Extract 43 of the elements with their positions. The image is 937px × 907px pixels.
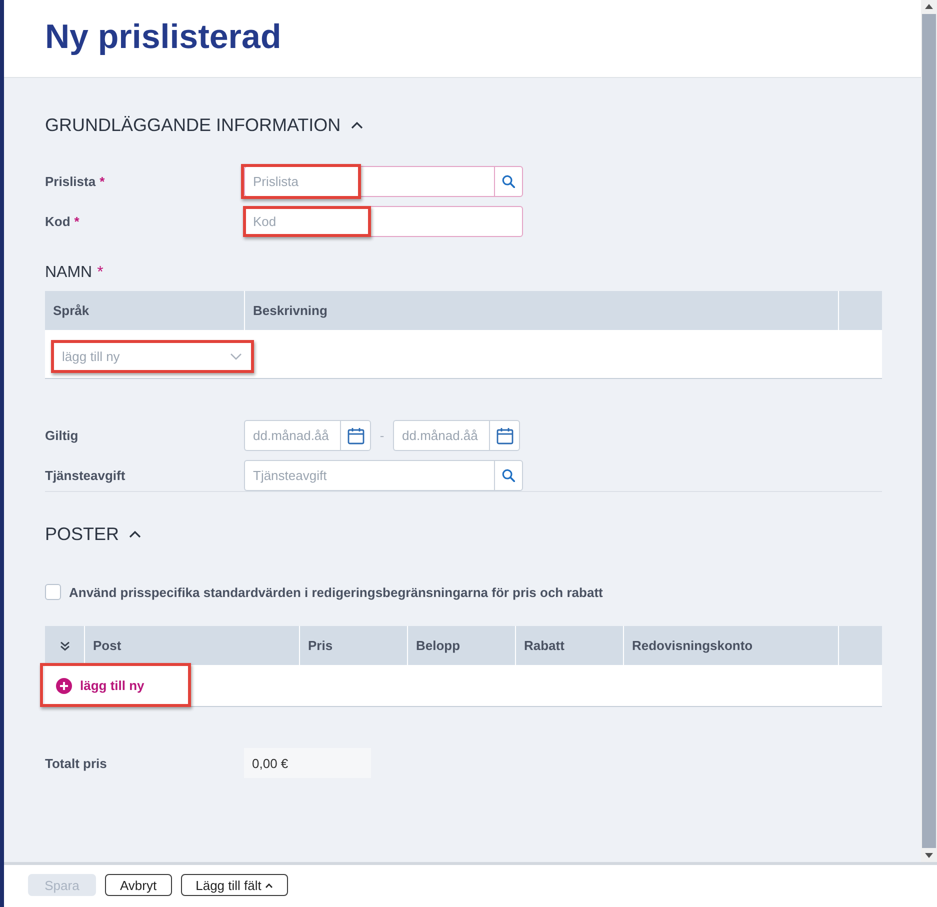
field-label: Tjänsteavgift <box>45 468 126 483</box>
search-icon <box>502 175 515 188</box>
calendar-icon <box>496 426 514 444</box>
section-heading: POSTER <box>45 523 120 545</box>
scroll-down-icon[interactable] <box>925 853 933 858</box>
scroll-up-icon[interactable] <box>925 4 933 9</box>
search-icon <box>502 469 515 482</box>
date-range-separator: - <box>378 428 386 443</box>
date-field[interactable]: dd.månad.åå <box>244 420 340 451</box>
subsection-heading: NAMN <box>45 264 92 282</box>
field-label: Giltig <box>45 428 78 443</box>
chevron-up-icon[interactable] <box>350 121 363 129</box>
search-button[interactable] <box>494 166 523 197</box>
chevron-up-icon[interactable] <box>129 530 142 538</box>
footer-button[interactable]: Avbryt <box>105 874 172 896</box>
total-price-value: 0,00 € <box>244 748 371 778</box>
calendar-button[interactable] <box>340 420 371 451</box>
add-new-button[interactable]: lägg till ny <box>56 678 144 694</box>
field-label: Prislista <box>45 174 96 189</box>
date-field[interactable]: dd.månad.åå <box>393 420 489 451</box>
required-mark: * <box>97 264 104 282</box>
add-field-menu-button[interactable]: Lägg till fält <box>180 874 288 896</box>
chevron-down-icon <box>230 353 242 360</box>
calendar-icon <box>346 426 364 444</box>
scrollbar-thumb[interactable] <box>922 14 936 848</box>
search-button[interactable] <box>494 460 523 491</box>
text-field[interactable]: Kod <box>244 206 523 237</box>
required-mark: * <box>100 174 105 189</box>
double-chevron-down-icon[interactable] <box>60 640 70 650</box>
lookup-field[interactable]: Tjänsteavgift <box>244 460 494 491</box>
page-title: Ny prislisterad <box>45 16 282 56</box>
field-label: Totalt pris <box>45 756 107 770</box>
checkbox[interactable] <box>45 584 61 600</box>
plus-circle-icon <box>56 678 72 694</box>
lookup-field[interactable]: Prislista <box>244 166 494 197</box>
calendar-button[interactable] <box>489 420 520 451</box>
field-label: Kod <box>45 214 70 229</box>
checkbox-label: Använd prisspecifika standardvärden i redigeringsbegränsningarna för pris och rabatt <box>69 584 603 600</box>
section-heading: GRUNDLÄGGANDE INFORMATION <box>45 114 341 136</box>
caret-up-icon <box>265 882 274 888</box>
column-header: Språk <box>52 302 90 320</box>
required-mark: * <box>74 214 80 229</box>
scrollbar[interactable] <box>921 0 937 862</box>
